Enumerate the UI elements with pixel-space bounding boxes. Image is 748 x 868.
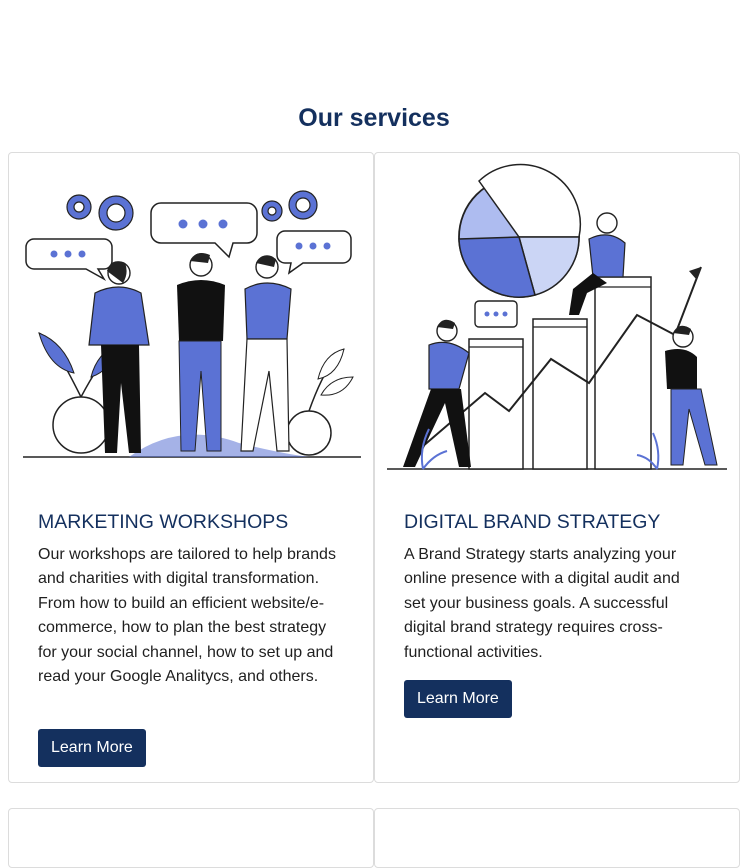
service-card xyxy=(374,808,740,868)
section-title: Our services xyxy=(298,104,450,132)
card-title: MARKETING WORKSHOPS xyxy=(38,511,289,533)
learn-more-button[interactable]: Learn More xyxy=(404,680,512,718)
card-title: DIGITAL BRAND STRATEGY xyxy=(404,511,661,533)
service-card xyxy=(8,808,374,868)
team-discussion-illustration xyxy=(23,190,361,458)
service-card-digital-brand-strategy: DIGITAL BRAND STRATEGY A Brand Strategy … xyxy=(374,152,740,783)
service-card-marketing-workshops: MARKETING WORKSHOPS Our workshops are ta… xyxy=(8,152,374,783)
learn-more-button[interactable]: Learn More xyxy=(38,729,146,767)
card-description: A Brand Strategy starts analyzing your o… xyxy=(404,546,680,661)
growth-chart-illustration xyxy=(387,163,727,470)
card-description: Our workshops are tailored to help brand… xyxy=(38,546,336,686)
